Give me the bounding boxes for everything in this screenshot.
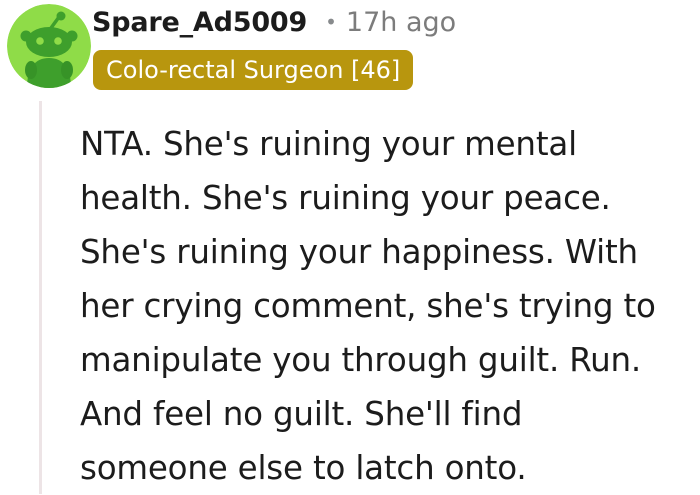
user-avatar-icon[interactable] [7,4,91,88]
comment-timestamp[interactable]: 17h ago [346,7,456,38]
comment-body-line: her crying comment, she's trying to [80,287,656,325]
comment-body-line: NTA. She's ruining your mental [80,125,577,163]
comment: Spare_Ad5009 • 17h ago Colo-rectal Surge… [0,0,700,494]
comment-body-line: And feel no guilt. She'll find [80,395,523,433]
comment-body-line: manipulate you through guilt. Run. [80,341,642,379]
snoo-avatar-icon [7,4,91,88]
comment-body-line: someone else to latch onto. [80,449,527,487]
meta-separator: • [325,10,337,34]
thread-collapse-line[interactable] [39,101,42,494]
username-link[interactable]: Spare_Ad5009 [92,7,307,38]
comment-header: Spare_Ad5009 • 17h ago [92,2,456,42]
comment-body: NTA. She's ruining your mental health. S… [80,117,692,495]
comment-body-line: health. She's ruining your peace. [80,179,611,217]
comment-body-line: She's ruining your happiness. With [80,233,638,271]
user-flair-badge: Colo-rectal Surgeon [46] [93,50,414,90]
